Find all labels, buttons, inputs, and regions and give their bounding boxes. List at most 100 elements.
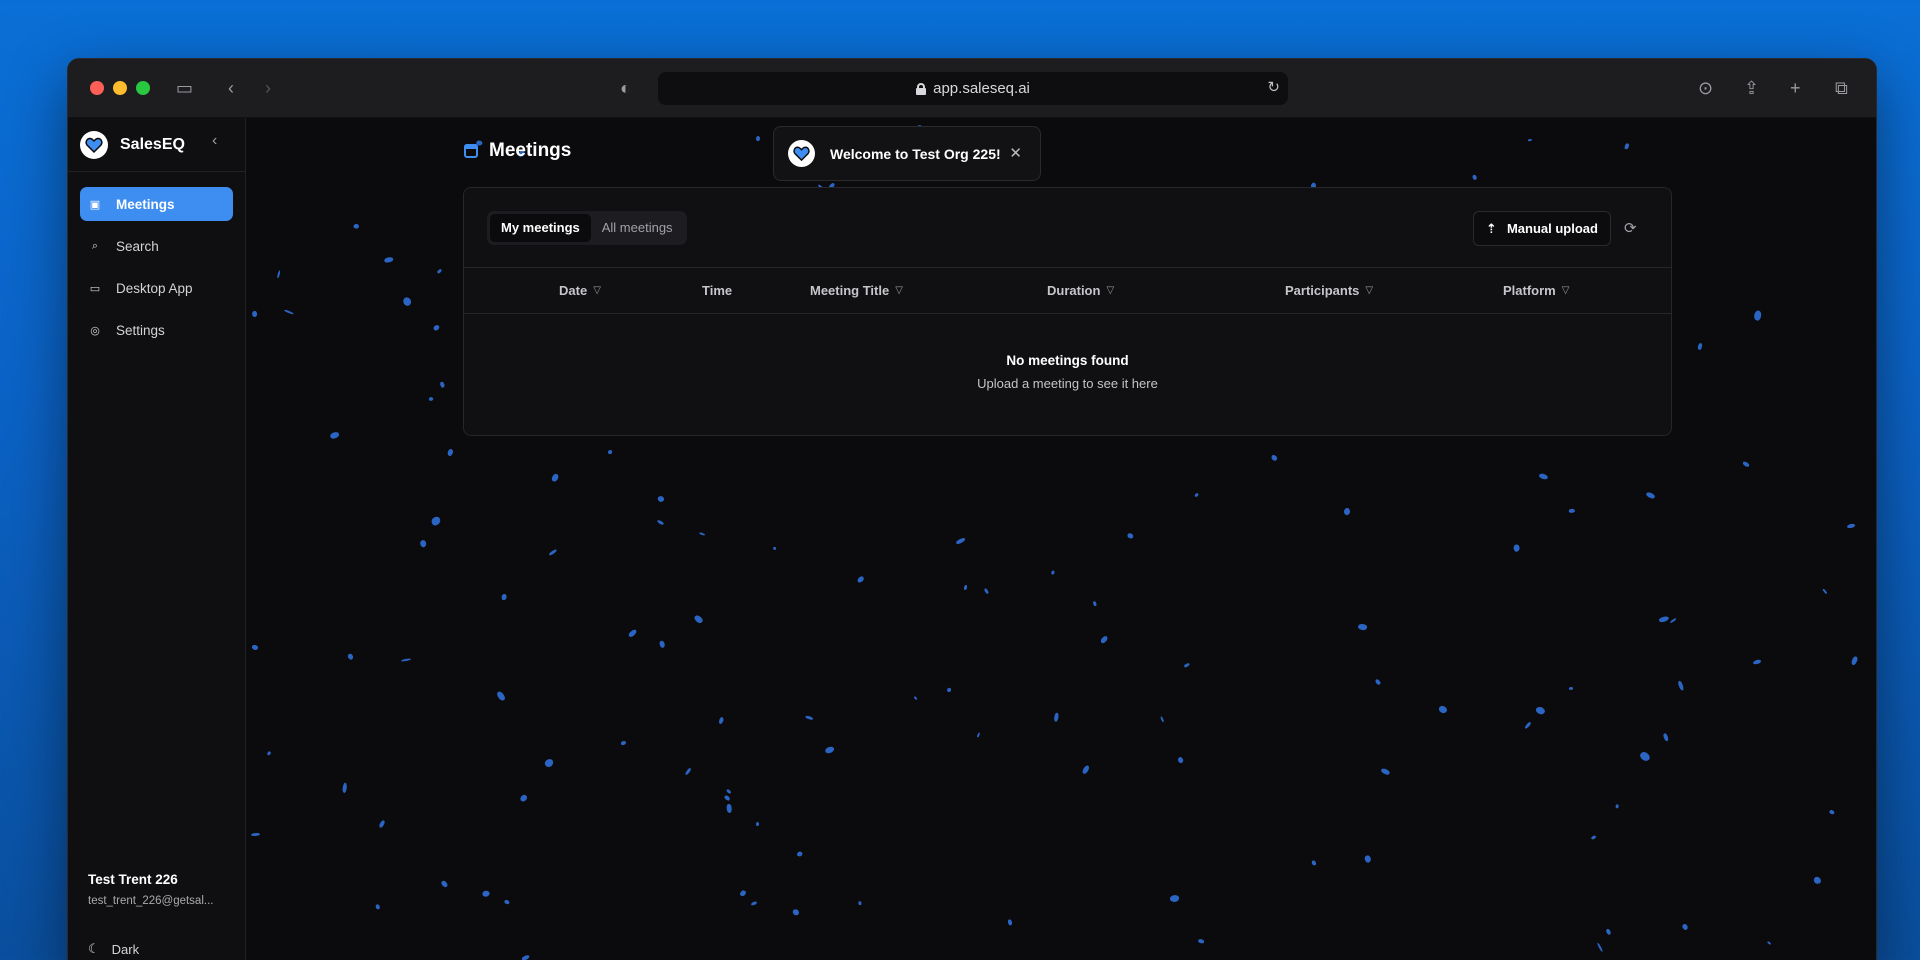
close-window-button[interactable]	[90, 81, 104, 95]
confetti-particle	[346, 652, 355, 661]
sidebar-item-settings[interactable]: ◎ Settings	[80, 313, 233, 347]
tab-my-meetings[interactable]: My meetings	[490, 214, 591, 242]
confetti-particle	[955, 537, 967, 546]
confetti-particle	[520, 793, 529, 803]
confetti-particle	[1590, 834, 1597, 841]
confetti-particle	[657, 495, 666, 504]
column-time[interactable]: Time	[702, 283, 732, 298]
download-icon[interactable]: ⊙	[1698, 77, 1713, 99]
confetti-particle	[329, 430, 340, 439]
confetti-particle	[1512, 544, 1521, 553]
confetti-particle	[551, 473, 560, 483]
meeting-tabs: My meetings All meetings	[487, 211, 687, 245]
sidebar-item-label: Meetings	[116, 196, 175, 212]
maximize-window-button[interactable]	[136, 81, 150, 95]
address-bar[interactable]: app.saleseq.ai ↻	[658, 72, 1288, 105]
upload-icon: ⇡	[1486, 220, 1497, 236]
column-label: Participants	[1285, 283, 1360, 298]
manual-upload-button[interactable]: ⇡ Manual upload	[1473, 211, 1611, 246]
confetti-particle	[375, 904, 381, 911]
column-duration[interactable]: Duration ▽	[1047, 283, 1114, 298]
logo-icon	[80, 130, 108, 159]
sidebar-item-search[interactable]: ⌕ Search	[80, 229, 233, 263]
minimize-window-button[interactable]	[113, 81, 127, 95]
confetti-particle	[1615, 804, 1619, 809]
filter-icon[interactable]: ▽	[593, 285, 601, 296]
shield-icon[interactable]: ◐	[620, 77, 631, 99]
confetti-particle	[547, 549, 558, 557]
confetti-particle	[739, 888, 747, 897]
confetti-particle	[1270, 454, 1279, 462]
confetti-particle	[1538, 472, 1550, 481]
confetti-particle	[1847, 523, 1856, 529]
monitor-icon: ▭	[89, 282, 101, 295]
confetti-particle	[1534, 704, 1546, 716]
sidebar-item-label: Desktop App	[116, 280, 193, 296]
tab-all-meetings[interactable]: All meetings	[591, 214, 684, 242]
filter-icon[interactable]: ▽	[1365, 285, 1373, 296]
confetti-particle	[755, 135, 762, 142]
confetti-particle	[963, 584, 968, 591]
filter-icon[interactable]: ▽	[895, 285, 903, 296]
confetti-particle	[755, 822, 759, 827]
column-date[interactable]: Date ▽	[559, 283, 601, 298]
confetti-particle	[446, 448, 455, 457]
sidebar-toggle-icon[interactable]: ▭	[176, 77, 193, 99]
confetti-particle	[283, 308, 294, 315]
column-meeting-title[interactable]: Meeting Title ▽	[810, 283, 903, 298]
confetti-particle	[726, 804, 732, 814]
confetti-particle	[725, 788, 732, 795]
column-participants[interactable]: Participants ▽	[1285, 283, 1373, 298]
refresh-icon[interactable]: ⟳	[1624, 219, 1637, 237]
confetti-particle	[436, 269, 442, 275]
confetti-particle	[1099, 634, 1109, 644]
confetti-particle	[1663, 732, 1670, 742]
meetings-card: My meetings All meetings ⇡ Manual upload…	[463, 187, 1672, 436]
confetti-particle	[1638, 750, 1651, 764]
confetti-particle	[1053, 712, 1060, 723]
confetti-particle	[1363, 854, 1373, 864]
confetti-particle	[482, 890, 491, 898]
sidebar-nav: ▣ Meetings ⌕ Search ▭ Desktop App ◎ Sett…	[68, 172, 245, 370]
confetti-particle	[1677, 680, 1685, 691]
manual-upload-label: Manual upload	[1506, 221, 1598, 236]
window-controls	[90, 81, 150, 95]
page-title-text: Meetings	[489, 140, 572, 161]
confetti-particle	[692, 613, 704, 624]
share-icon[interactable]: ⇪	[1744, 77, 1759, 99]
confetti-particle	[1169, 894, 1179, 902]
confetti-particle	[277, 270, 282, 279]
confetti-particle	[266, 751, 271, 757]
toast-message: Welcome to Test Org 225!	[830, 145, 1001, 162]
confetti-particle	[656, 519, 665, 526]
collapse-sidebar-icon[interactable]: ‹	[212, 132, 217, 150]
tabs-overview-icon[interactable]: ⧉	[1835, 77, 1848, 99]
column-label: Duration	[1047, 283, 1101, 298]
confetti-particle	[439, 381, 446, 389]
sidebar-item-label: Settings	[116, 322, 165, 338]
column-label: Platform	[1503, 283, 1556, 298]
confetti-particle	[1437, 703, 1449, 715]
column-label: Date	[559, 283, 588, 298]
gear-icon: ◎	[90, 324, 100, 337]
reload-icon[interactable]: ↻	[1267, 78, 1280, 96]
confetti-particle	[1007, 918, 1013, 926]
close-icon[interactable]: ✕	[1009, 144, 1022, 162]
user-profile[interactable]: Test Trent 226 test_trent_226@getsal...	[88, 872, 213, 907]
confetti-particle	[1523, 721, 1532, 730]
confetti-particle	[378, 819, 386, 829]
forward-icon[interactable]: ›	[265, 77, 271, 99]
confetti-particle	[856, 575, 865, 584]
confetti-particle	[440, 880, 448, 889]
confetti-particle	[1645, 490, 1656, 500]
confetti-particle	[1624, 142, 1630, 150]
sidebar-item-desktop-app[interactable]: ▭ Desktop App	[80, 271, 233, 305]
confetti-particle	[976, 732, 981, 738]
theme-toggle[interactable]: ☾ Dark	[88, 941, 139, 957]
filter-icon[interactable]: ▽	[1562, 285, 1570, 296]
sidebar-item-meetings[interactable]: ▣ Meetings	[80, 187, 233, 221]
new-tab-icon[interactable]: +	[1790, 77, 1801, 99]
filter-icon[interactable]: ▽	[1106, 285, 1114, 296]
back-icon[interactable]: ‹	[228, 77, 234, 99]
column-platform[interactable]: Platform ▽	[1503, 283, 1569, 298]
